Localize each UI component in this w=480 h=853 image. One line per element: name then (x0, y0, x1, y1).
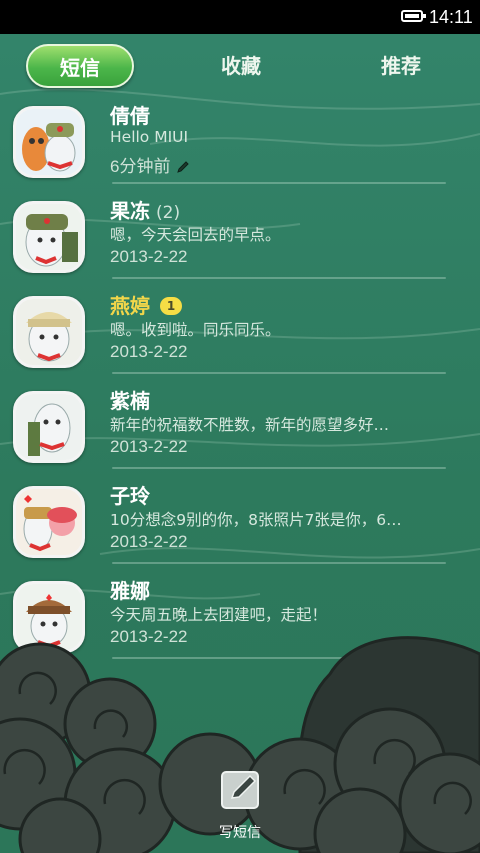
contact-name: 雅娜 (110, 579, 150, 603)
contact-name: 燕婷 1 (110, 290, 182, 319)
conversation-item[interactable]: 子玲 10分想念9别的你，8张照片7张是你，6… 2013-2-22 (0, 484, 480, 581)
message-board: 短信 收藏 推荐 倩倩 Hello MIUI 6分钟前 果冻 (2) 嗯，今天会… (0, 34, 480, 853)
tab-favorites[interactable]: 收藏 (186, 44, 296, 88)
message-date: 6分钟前 (110, 152, 190, 179)
battery-full-icon (401, 10, 426, 22)
compose-label: 写短信 (219, 825, 261, 841)
tab-bar: 短信 收藏 推荐 (0, 34, 480, 94)
draft-pencil-icon (176, 159, 190, 179)
row-divider (112, 182, 446, 184)
contact-avatar (13, 201, 85, 273)
row-divider (112, 372, 446, 374)
message-date: 2013-2-22 (110, 247, 188, 266)
message-date: 2013-2-22 (110, 437, 188, 456)
compose-button[interactable] (215, 766, 267, 816)
conversation-item[interactable]: 倩倩 Hello MIUI 6分钟前 (0, 104, 480, 201)
message-snippet: Hello MIUI (110, 128, 189, 146)
contact-avatar (13, 296, 85, 368)
conversation-item[interactable]: 紫楠 新年的祝福数不胜数，新年的愿望多好… 2013-2-22 (0, 389, 480, 486)
row-divider (112, 562, 446, 564)
message-snippet: 新年的祝福数不胜数，新年的愿望多好… (110, 416, 390, 434)
row-divider (112, 277, 446, 279)
conversation-item[interactable]: 果冻 (2) 嗯，今天会回去的早点。 2013-2-22 (0, 199, 480, 296)
tab-recommended[interactable]: 推荐 (346, 44, 456, 88)
message-snippet: 10分想念9别的你，8张照片7张是你，6… (110, 511, 402, 529)
message-count: (2) (156, 203, 181, 223)
contact-name: 果冻 (2) (110, 199, 181, 223)
contact-avatar (13, 486, 85, 558)
tab-messages[interactable]: 短信 (26, 44, 134, 88)
contact-name: 子玲 (110, 484, 150, 508)
message-snippet: 嗯，今天会回去的早点。 (110, 226, 281, 244)
cloud-decoration (0, 636, 480, 853)
message-snippet: 今天周五晚上去团建吧，走起！ (110, 606, 328, 624)
conversation-item[interactable]: 燕婷 1 嗯。收到啦。同乐同乐。 2013-2-22 (0, 294, 480, 391)
status-clock: 14:11 (429, 7, 473, 27)
status-bar: 14:11 (0, 0, 480, 34)
message-date: 2013-2-22 (110, 342, 188, 361)
contact-name: 倩倩 (110, 104, 150, 128)
unread-badge: 1 (160, 297, 182, 315)
contact-name: 紫楠 (110, 389, 150, 413)
contact-avatar (13, 106, 85, 178)
message-date: 2013-2-22 (110, 532, 188, 551)
row-divider (112, 467, 446, 469)
contact-avatar (13, 391, 85, 463)
compose-icon (221, 771, 259, 809)
message-snippet: 嗯。收到啦。同乐同乐。 (110, 321, 281, 339)
